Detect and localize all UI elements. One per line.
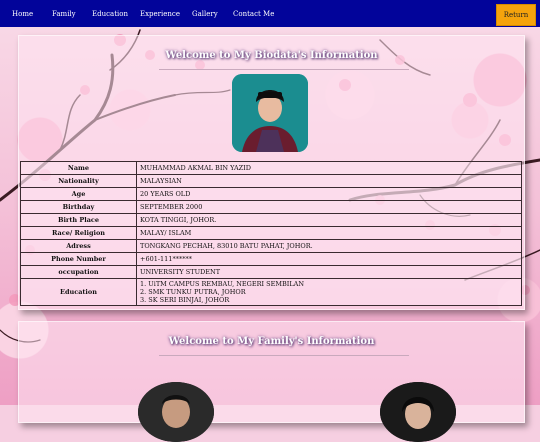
nav-contact-link[interactable]: Contact Me: [233, 10, 274, 18]
row-key: Name: [20, 161, 137, 175]
table-row: Phone Number +601-111******: [20, 252, 522, 266]
top-navbar: Home Family Education Experience Gallery…: [0, 0, 540, 27]
person-icon: [138, 382, 214, 442]
row-value: MALAY/ ISLAM: [136, 226, 522, 240]
education-line: 3. SK SERI BINJAI, JOHOR: [140, 296, 230, 304]
row-key: Race/ Religion: [20, 226, 137, 240]
family-title: Welcome to My Family's Information: [168, 336, 375, 347]
profile-photo: [232, 74, 308, 152]
table-row: Age 20 YEARS OLD: [20, 187, 522, 201]
row-value: MALAYSIAN: [136, 174, 522, 188]
title-divider: [159, 355, 409, 356]
table-row: Adress TONGKANG PECHAH, 83010 BATU PAHAT…: [20, 239, 522, 253]
nav-education-link[interactable]: Education: [92, 10, 128, 18]
row-key: Education: [20, 278, 137, 306]
row-value: TONGKANG PECHAH, 83010 BATU PAHAT, JOHOR…: [136, 239, 522, 253]
table-row: Birthday SEPTEMBER 2000: [20, 200, 522, 214]
nav-experience-link[interactable]: Experience: [140, 10, 180, 18]
row-key: Age: [20, 187, 137, 201]
biodata-table: Name MUHAMMAD AKMAL BIN YAZID Nationalit…: [20, 161, 522, 306]
table-row: Birth Place KOTA TINGGI, JOHOR.: [20, 213, 522, 227]
biodata-title: Welcome to My Biodata's Information: [165, 50, 378, 61]
row-value: KOTA TINGGI, JOHOR.: [136, 213, 522, 227]
return-button[interactable]: Return: [496, 4, 536, 26]
row-value: UNIVERSITY STUDENT: [136, 265, 522, 279]
row-value: 20 YEARS OLD: [136, 187, 522, 201]
table-row: Name MUHAMMAD AKMAL BIN YAZID: [20, 161, 522, 175]
row-key: Adress: [20, 239, 137, 253]
table-row: occupation UNIVERSITY STUDENT: [20, 265, 522, 279]
table-row: Race/ Religion MALAY/ ISLAM: [20, 226, 522, 240]
row-key: Nationality: [20, 174, 137, 188]
row-value: MUHAMMAD AKMAL BIN YAZID: [136, 161, 522, 175]
family-member-photo: [380, 382, 456, 442]
nav-home-link[interactable]: Home: [12, 10, 33, 18]
person-avatar-icon: [232, 74, 308, 152]
row-value: 1. UiTM CAMPUS REMBAU, NEGERI SEMBILAN 2…: [136, 278, 522, 306]
education-line: 2. SMK TUNKU PUTRA, JOHOR: [140, 288, 246, 296]
row-key: Phone Number: [20, 252, 137, 266]
table-row: Education 1. UiTM CAMPUS REMBAU, NEGERI …: [20, 278, 522, 306]
family-member-photo: [138, 382, 214, 442]
title-divider: [159, 69, 409, 70]
row-key: Birthday: [20, 200, 137, 214]
row-value: SEPTEMBER 2000: [136, 200, 522, 214]
table-row: Nationality MALAYSIAN: [20, 174, 522, 188]
row-key: Birth Place: [20, 213, 137, 227]
nav-family-link[interactable]: Family: [52, 10, 76, 18]
person-icon: [380, 382, 456, 442]
row-value: +601-111******: [136, 252, 522, 266]
row-key: occupation: [20, 265, 137, 279]
nav-gallery-link[interactable]: Gallery: [192, 10, 218, 18]
education-line: 1. UiTM CAMPUS REMBAU, NEGERI SEMBILAN: [140, 280, 305, 288]
